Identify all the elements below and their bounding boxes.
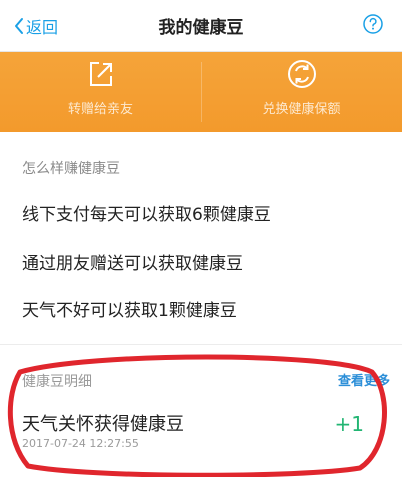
earn-tip: 天气不好可以获取1颗健康豆 bbox=[22, 301, 237, 321]
action-banner: 转赠给亲友 兑换健康保额 bbox=[0, 52, 402, 132]
record-title: 天气关怀获得健康豆 bbox=[22, 414, 184, 435]
detail-section-title: 健康豆明细 bbox=[22, 374, 92, 390]
exchange-coverage-label: 兑换健康保额 bbox=[262, 102, 341, 117]
exchange-icon bbox=[287, 60, 316, 88]
earn-tip: 线下支付每天可以获取6颗健康豆 bbox=[22, 205, 271, 225]
view-more-link[interactable]: 查看更多 bbox=[338, 370, 390, 389]
record-time: 2017-07-24 12:27:55 bbox=[22, 437, 139, 450]
gift-to-friends-label: 转赠给亲友 bbox=[67, 102, 133, 117]
help-icon[interactable] bbox=[362, 13, 384, 35]
navigation-bar: 返回 我的健康豆 bbox=[0, 0, 402, 52]
exchange-coverage-button[interactable]: 兑换健康保额 bbox=[201, 52, 402, 132]
earn-section-title: 怎么样赚健康豆 bbox=[22, 161, 120, 177]
record-amount: +1 bbox=[334, 412, 364, 436]
page-title: 我的健康豆 bbox=[158, 18, 244, 38]
share-out-icon bbox=[89, 62, 112, 86]
earn-tip: 通过朋友赠送可以获取健康豆 bbox=[22, 254, 243, 274]
gift-to-friends-button[interactable]: 转赠给亲友 bbox=[0, 52, 201, 132]
section-divider bbox=[0, 344, 402, 355]
